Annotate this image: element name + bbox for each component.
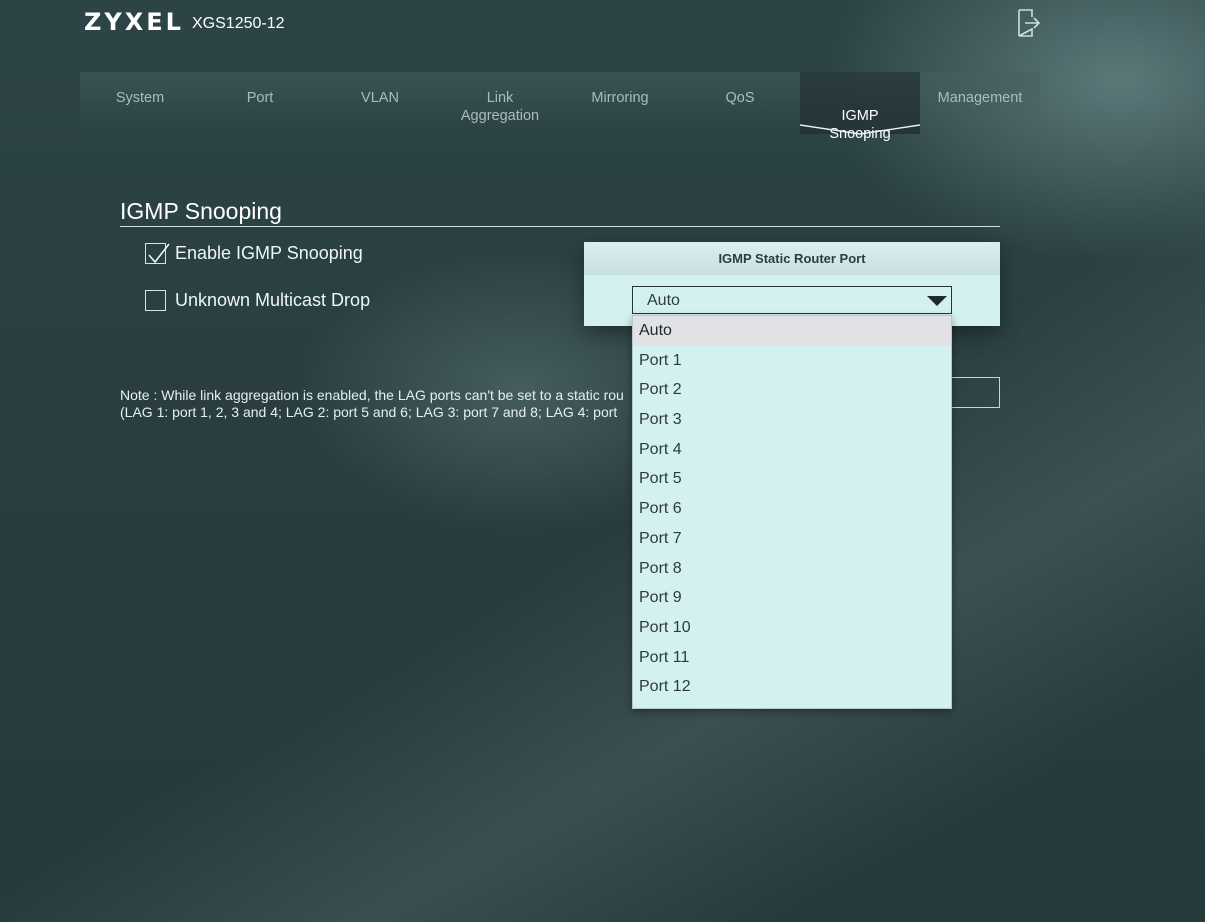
static-router-port-select[interactable]: Auto	[632, 286, 952, 314]
tab-link-aggregation[interactable]: Link Aggregation	[440, 72, 560, 134]
static-router-port-header: IGMP Static Router Port	[584, 242, 1000, 275]
title-divider	[120, 226, 1000, 227]
tab-igmp-snooping[interactable]: IGMP Snooping	[800, 72, 920, 142]
checkmark-icon	[148, 243, 170, 264]
select-value: Auto	[647, 292, 680, 309]
tab-management[interactable]: Management	[920, 72, 1040, 134]
tab-vlan[interactable]: VLAN	[320, 72, 440, 134]
background-light	[0, 0, 1205, 922]
tab-label: QoS	[725, 90, 755, 106]
unknown-multicast-drop-label: Unknown Multicast Drop	[175, 290, 371, 310]
enable-igmp-snooping-checkbox[interactable]	[145, 243, 170, 264]
dropdown-option-port-5[interactable]: Port 5	[633, 464, 951, 494]
lag-note: Note : While link aggregation is enabled…	[120, 387, 632, 421]
router-port-dropdown: Auto Port 1 Port 2 Port 3 Port 4 Port 5 …	[632, 315, 952, 709]
tab-system[interactable]: System	[80, 72, 200, 134]
unknown-multicast-drop-checkbox[interactable]	[145, 290, 166, 311]
active-tab-indicator	[800, 124, 920, 135]
dropdown-option-port-7[interactable]: Port 7	[633, 524, 951, 554]
dropdown-option-port-11[interactable]: Port 11	[633, 643, 951, 673]
page-title: IGMP Snooping	[120, 198, 282, 224]
static-router-port-panel: IGMP Static Router Port Auto	[584, 242, 1000, 326]
enable-igmp-snooping-row[interactable]: Enable IGMP Snooping	[145, 243, 363, 264]
tab-qos[interactable]: QoS	[680, 72, 800, 134]
tab-label: Management	[937, 90, 1023, 106]
dropdown-option-port-1[interactable]: Port 1	[633, 346, 951, 376]
tab-label: VLAN	[361, 90, 399, 106]
dropdown-option-port-10[interactable]: Port 10	[633, 613, 951, 643]
tab-port[interactable]: Port	[200, 72, 320, 134]
dropdown-option-port-12[interactable]: Port 12	[633, 672, 951, 702]
lag-note-line: Note : While link aggregation is enabled…	[120, 387, 624, 403]
chevron-down-icon	[927, 296, 947, 306]
dropdown-option-port-3[interactable]: Port 3	[633, 405, 951, 435]
logout-icon[interactable]	[1016, 8, 1042, 38]
zyxel-logo: ZYXEL	[84, 8, 184, 36]
dropdown-option-port-9[interactable]: Port 9	[633, 583, 951, 613]
dropdown-option-auto[interactable]: Auto	[633, 316, 951, 346]
dropdown-option-port-2[interactable]: Port 2	[633, 375, 951, 405]
dropdown-option-port-4[interactable]: Port 4	[633, 435, 951, 465]
tab-mirroring[interactable]: Mirroring	[560, 72, 680, 134]
lag-note-line: (LAG 1: port 1, 2, 3 and 4; LAG 2: port …	[120, 404, 618, 420]
tab-label: Link Aggregation	[460, 90, 540, 124]
tab-label: Port	[246, 90, 274, 106]
dropdown-option-port-8[interactable]: Port 8	[633, 554, 951, 584]
main-nav: System Port VLAN Link Aggregation Mirror…	[80, 72, 1040, 142]
unknown-multicast-drop-row[interactable]: Unknown Multicast Drop	[145, 290, 370, 311]
dropdown-option-port-6[interactable]: Port 6	[633, 494, 951, 524]
tab-label: Mirroring	[591, 90, 649, 106]
tab-label: System	[115, 90, 165, 106]
model-name: XGS1250-12	[192, 15, 285, 32]
enable-igmp-snooping-label: Enable IGMP Snooping	[175, 243, 363, 263]
